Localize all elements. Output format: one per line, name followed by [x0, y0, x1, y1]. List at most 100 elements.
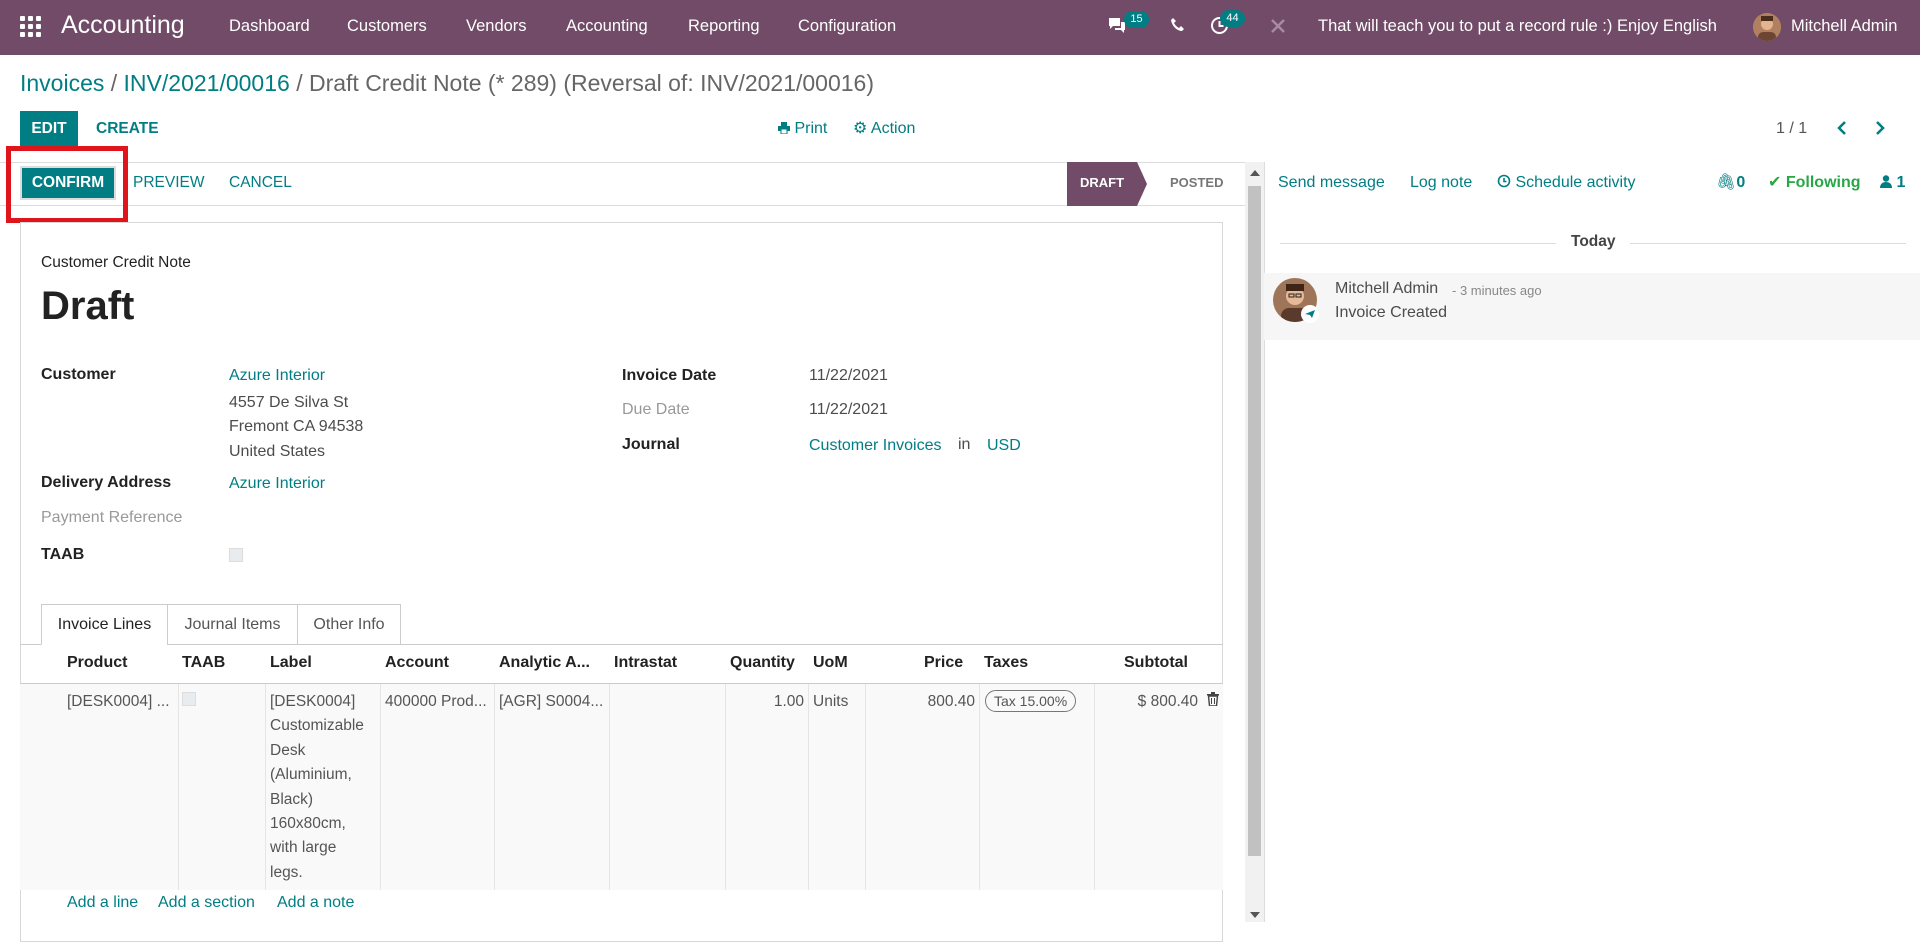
column-account[interactable]: Account [385, 654, 449, 672]
user-avatar[interactable] [1753, 13, 1781, 41]
column-divider [380, 684, 381, 890]
form-scrollbar[interactable] [1245, 162, 1264, 922]
document-title: Draft [41, 284, 135, 328]
date-separator: Today [1571, 233, 1616, 250]
preview-button[interactable]: PREVIEW [133, 174, 204, 192]
line-label-text: legs. [270, 863, 303, 881]
menu-configuration[interactable]: Configuration [798, 17, 896, 36]
breadcrumb-invoices[interactable]: Invoices [20, 70, 104, 96]
following-button[interactable]: ✔ Following [1768, 174, 1861, 192]
column-price[interactable]: Price [924, 654, 963, 672]
action-dropdown[interactable]: ⚙ Action [853, 120, 915, 138]
date-divider-left [1280, 243, 1556, 244]
user-icon [1880, 175, 1892, 188]
company-announcement: That will teach you to put a record rule… [1318, 17, 1717, 35]
edit-button[interactable]: EDIT [20, 111, 78, 147]
menu-reporting[interactable]: Reporting [688, 17, 760, 36]
clock-icon [1497, 174, 1511, 188]
send-message-button[interactable]: Send message [1278, 174, 1385, 192]
schedule-activity-button[interactable]: Schedule activity [1497, 174, 1636, 192]
line-label-text: [DESK0004] [270, 693, 356, 710]
scroll-up-icon[interactable] [1250, 170, 1260, 176]
line-label-text: (Aluminium, [270, 766, 352, 784]
column-analytic-account[interactable]: Analytic A... [499, 654, 590, 672]
delivery-address-field[interactable]: Azure Interior [229, 475, 325, 493]
line-label-text: Desk [270, 741, 306, 759]
journal-in-text: in [958, 436, 971, 453]
table-row[interactable] [20, 684, 1223, 890]
trash-icon[interactable] [1207, 692, 1219, 711]
add-section-link[interactable]: Add a section [158, 894, 255, 912]
line-account[interactable]: 400000 Prod... [385, 690, 487, 714]
line-price[interactable]: 800.40 [870, 690, 975, 714]
scroll-down-icon[interactable] [1250, 912, 1260, 918]
add-line-link[interactable]: Add a line [67, 894, 138, 912]
apps-menu-icon[interactable] [20, 16, 42, 38]
attachments-count: 0 [1736, 174, 1746, 191]
column-divider [494, 684, 495, 890]
close-icon[interactable] [1270, 18, 1286, 39]
line-label[interactable]: [DESK0004] Customizable Desk (Aluminium,… [270, 690, 370, 885]
column-product[interactable]: Product [67, 654, 127, 672]
create-button[interactable]: CREATE [96, 120, 159, 138]
message-author[interactable]: Mitchell Admin [1335, 280, 1438, 298]
check-icon: ✔ [1768, 174, 1782, 191]
schedule-activity-label: Schedule activity [1515, 174, 1636, 191]
pager-value[interactable]: 1 / 1 [1776, 120, 1807, 138]
cancel-button[interactable]: CANCEL [229, 174, 292, 192]
line-label-text: Black) [270, 790, 314, 808]
customer-address-line: United States [229, 443, 326, 460]
tab-other-info[interactable]: Other Info [297, 604, 401, 645]
followers-button[interactable]: 1 [1880, 174, 1905, 192]
messages-badge: 15 [1124, 11, 1149, 28]
tab-journal-items[interactable]: Journal Items [167, 604, 298, 645]
line-uom[interactable]: Units [813, 690, 848, 714]
user-menu[interactable]: Mitchell Admin [1791, 17, 1897, 36]
column-taxes[interactable]: Taxes [984, 654, 1028, 672]
pager-next-icon[interactable] [1874, 120, 1886, 141]
breadcrumb-invoice[interactable]: INV/2021/00016 [124, 70, 290, 96]
log-note-button[interactable]: Log note [1410, 174, 1472, 192]
add-note-link[interactable]: Add a note [277, 894, 354, 912]
status-posted-label[interactable]: POSTED [1170, 175, 1223, 190]
payment-reference-label: Payment Reference [41, 509, 183, 526]
date-divider-right [1630, 243, 1906, 244]
line-taab-checkbox[interactable] [182, 692, 196, 706]
column-uom[interactable]: UoM [813, 654, 848, 672]
tab-invoice-lines[interactable]: Invoice Lines [41, 604, 168, 645]
currency-field[interactable]: USD [987, 437, 1021, 455]
scrollbar-thumb[interactable] [1248, 186, 1261, 856]
app-brand[interactable]: Accounting [61, 12, 185, 39]
column-divider [1094, 684, 1095, 890]
gear-icon: ⚙ [853, 120, 868, 137]
taab-label: TAAB [41, 546, 85, 563]
line-tax-tag[interactable]: Tax 15.00% [985, 690, 1077, 712]
line-product[interactable]: [DESK0004] ... [67, 690, 170, 714]
line-analytic-account[interactable]: [AGR] S0004... [499, 690, 603, 714]
column-quantity[interactable]: Quantity [730, 654, 795, 672]
print-label: Print [794, 120, 828, 137]
column-intrastat[interactable]: Intrastat [614, 654, 677, 672]
customer-field[interactable]: Azure Interior [229, 367, 325, 385]
paperclip-icon: 🖇 [1716, 174, 1737, 191]
attachments-button[interactable]: 🖇0 [1716, 174, 1745, 192]
column-divider [609, 684, 610, 890]
pager-previous-icon[interactable] [1836, 120, 1848, 141]
column-taab[interactable]: TAAB [182, 654, 225, 672]
menu-vendors[interactable]: Vendors [466, 17, 527, 36]
column-subtotal[interactable]: Subtotal [1124, 654, 1188, 672]
customer-label: Customer [41, 366, 116, 383]
column-label[interactable]: Label [270, 654, 312, 672]
invoice-date-field[interactable]: 11/22/2021 [809, 367, 888, 385]
taab-checkbox[interactable] [229, 548, 243, 562]
customer-address-line: Fremont CA 94538 [229, 418, 364, 435]
due-date-field[interactable]: 11/22/2021 [809, 401, 888, 419]
payment-reference-input[interactable] [229, 505, 659, 529]
menu-dashboard[interactable]: Dashboard [229, 17, 310, 36]
journal-field[interactable]: Customer Invoices [809, 437, 942, 455]
print-dropdown[interactable]: Print [778, 120, 827, 138]
menu-accounting[interactable]: Accounting [566, 17, 648, 36]
phone-icon[interactable] [1170, 17, 1186, 38]
menu-customers[interactable]: Customers [347, 17, 427, 36]
line-quantity[interactable]: 1.00 [730, 690, 804, 714]
